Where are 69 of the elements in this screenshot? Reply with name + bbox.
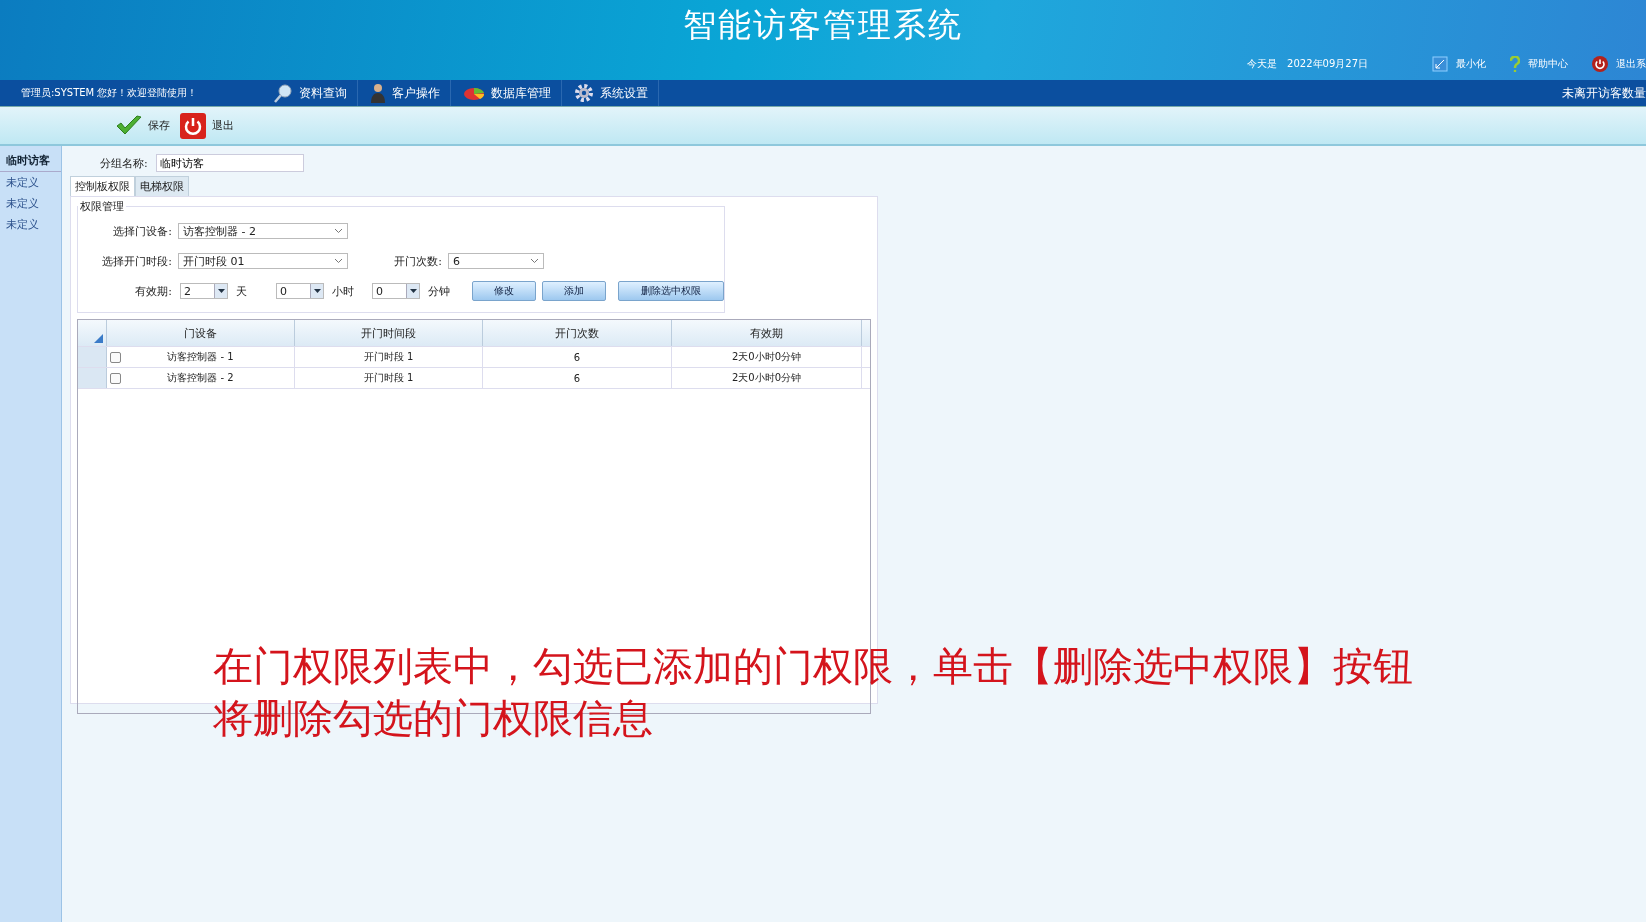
- chevron-down-icon: [334, 228, 343, 234]
- group-name-field[interactable]: 临时访客: [155, 154, 304, 172]
- row-checkbox[interactable]: [110, 372, 121, 384]
- sidebar-item[interactable]: 临时访客: [0, 150, 61, 172]
- power-icon[interactable]: [1592, 56, 1608, 72]
- person-icon[interactable]: [370, 83, 386, 103]
- subtitle-caption: 在门权限列表中，勾选已添加的门权限，单击【删除选中权限】按钮将删除勾选的门权限信息: [213, 642, 1413, 743]
- nav-menu-item[interactable]: 资料查询: [299, 84, 347, 102]
- sidebar-item[interactable]: 未定义: [0, 172, 61, 193]
- ticker-text: 未离开访客数量: [1562, 84, 1646, 102]
- action-button[interactable]: 删除选中权限: [618, 281, 724, 301]
- top-action-link[interactable]: 退出系: [1616, 57, 1646, 71]
- magnifier-icon[interactable]: [273, 83, 293, 103]
- field-label: 有效期:: [134, 283, 173, 299]
- dropdown-arrow-icon[interactable]: [217, 289, 225, 293]
- tab[interactable]: 电梯权限: [135, 176, 189, 196]
- sidebar-item[interactable]: 未定义: [0, 214, 61, 235]
- column-header[interactable]: 开门时间段: [295, 320, 483, 346]
- toolbar-button[interactable]: 保存: [148, 118, 170, 133]
- table-cell: 2天0小时0分钟: [731, 371, 802, 385]
- field-label: 选择门设备:: [112, 223, 173, 239]
- field-label: 开门次数:: [393, 253, 443, 269]
- door-dropdown[interactable]: 访客控制器 - 2: [178, 223, 348, 239]
- date-label: 今天是: [1247, 57, 1278, 71]
- field-label: 分组名称:: [100, 155, 148, 171]
- nav-menu-item[interactable]: 系统设置: [600, 84, 648, 102]
- group-title: 权限管理: [79, 199, 125, 214]
- top-action-link[interactable]: 最小化: [1456, 57, 1486, 71]
- table-cell: 2天0小时0分钟: [731, 350, 802, 364]
- power-icon[interactable]: [180, 112, 206, 139]
- top-action-link[interactable]: 帮助中心: [1528, 57, 1568, 71]
- nav-menu-item[interactable]: 客户操作: [392, 84, 440, 102]
- welcome-text: 管理员:SYSTEM 您好！欢迎登陆使用！: [21, 86, 199, 100]
- chevron-down-icon: [334, 258, 343, 264]
- column-header[interactable]: 有效期: [672, 320, 862, 346]
- table-cell: 开门时段 1: [363, 350, 414, 364]
- minutes-spinner[interactable]: 0: [372, 283, 420, 299]
- row-checkbox[interactable]: [110, 351, 121, 363]
- table-cell: 访客控制器 - 2: [167, 371, 234, 385]
- hours-spinner[interactable]: 0: [276, 283, 324, 299]
- minimize-icon[interactable]: [1432, 56, 1448, 72]
- action-button[interactable]: 修改: [472, 281, 536, 301]
- settings-icon[interactable]: [574, 83, 594, 103]
- sidebar-item[interactable]: 未定义: [0, 193, 61, 214]
- chevron-down-icon: [530, 258, 539, 264]
- unit-label: 天: [235, 283, 248, 299]
- tab[interactable]: 控制板权限: [70, 176, 135, 196]
- action-button[interactable]: 添加: [542, 281, 606, 301]
- window-title: 智能访客管理系统: [682, 4, 964, 46]
- dropdown-arrow-icon[interactable]: [409, 289, 417, 293]
- toolbar-button[interactable]: 退出: [212, 118, 234, 133]
- date-text: 2022年09月27日: [1287, 57, 1368, 71]
- count-dropdown[interactable]: 6: [448, 253, 544, 269]
- dropdown-arrow-icon[interactable]: [313, 289, 321, 293]
- days-spinner[interactable]: 2: [180, 283, 228, 299]
- nav-menu-item[interactable]: 数据库管理: [491, 84, 551, 102]
- checkmark-icon[interactable]: [116, 114, 142, 137]
- period-dropdown[interactable]: 开门时段 01: [178, 253, 348, 269]
- table-cell: 开门时段 1: [363, 371, 414, 385]
- corner-triangle-icon: [94, 334, 103, 343]
- unit-label: 小时: [331, 283, 355, 299]
- table-cell: 访客控制器 - 1: [167, 350, 234, 364]
- table-cell: 6: [573, 351, 581, 363]
- unit-label: 分钟: [427, 283, 451, 299]
- pie-chart-icon[interactable]: [463, 85, 485, 101]
- table-cell: 6: [573, 372, 581, 384]
- column-header[interactable]: 开门次数: [483, 320, 672, 346]
- field-label: 选择开门时段:: [101, 253, 173, 269]
- column-header[interactable]: 门设备: [107, 320, 295, 346]
